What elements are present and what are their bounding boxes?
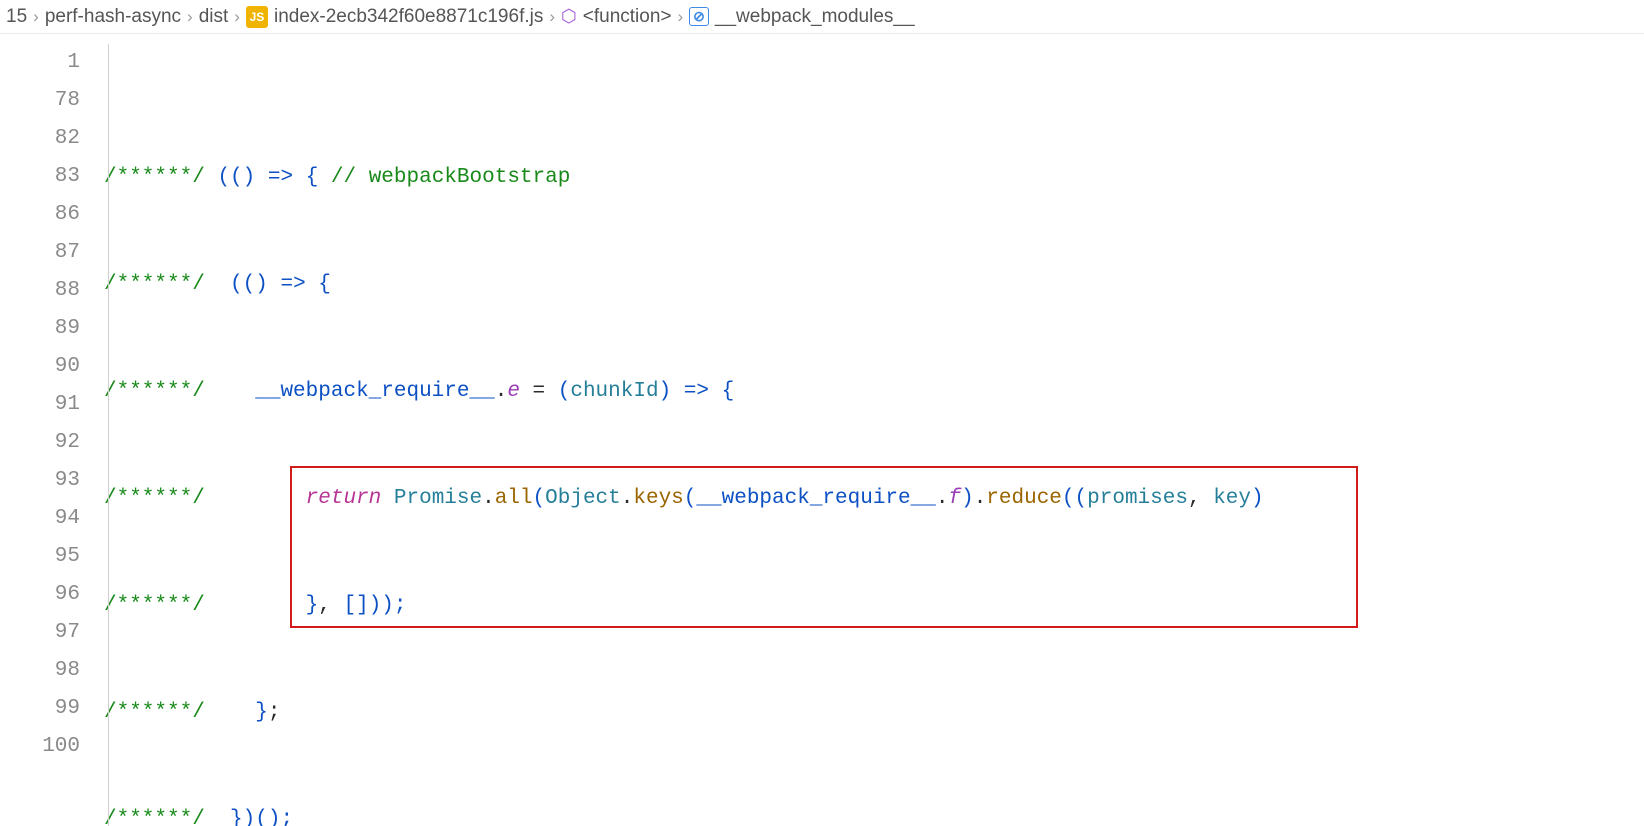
code-line[interactable]: /******/ (() => { // webpackBootstrap	[104, 159, 1644, 197]
line-number: 88	[0, 272, 80, 310]
indent-guide	[108, 44, 109, 826]
line-number: 98	[0, 652, 80, 690]
line-number: 92	[0, 424, 80, 462]
chevron-right-icon: ›	[678, 7, 684, 27]
chevron-right-icon: ›	[33, 7, 39, 27]
line-number: 93	[0, 462, 80, 500]
line-number: 97	[0, 614, 80, 652]
code-line[interactable]: /******/ return Promise.all(Object.keys(…	[104, 480, 1644, 518]
code-line[interactable]: /******/ }, []));	[104, 587, 1644, 625]
crumb-file[interactable]: index-2ecb342f60e8871c196f.js	[274, 6, 543, 28]
line-number-gutter: 1 78 82 83 86 87 88 89 90 91 92 93 94 95…	[0, 34, 98, 826]
chevron-right-icon: ›	[187, 7, 193, 27]
chevron-right-icon: ›	[234, 7, 240, 27]
line-number: 86	[0, 196, 80, 234]
crumb-folder-1[interactable]: perf-hash-async	[45, 6, 181, 28]
line-number: 91	[0, 386, 80, 424]
line-number: 94	[0, 500, 80, 538]
crumb-folder-2[interactable]: dist	[199, 6, 229, 28]
crumb-symbol-1[interactable]: <function>	[583, 6, 672, 28]
symbol-module-icon: ⬡	[561, 6, 577, 27]
js-file-icon: JS	[246, 6, 268, 28]
line-number: 90	[0, 348, 80, 386]
symbol-variable-icon: ⊘	[689, 7, 709, 26]
code-content[interactable]: /******/ (() => { // webpackBootstrap /*…	[98, 34, 1644, 826]
chevron-right-icon: ›	[549, 7, 555, 27]
crumb-symbol-2[interactable]: __webpack_modules__	[715, 6, 915, 28]
line-number: 83	[0, 158, 80, 196]
crumb-root[interactable]: 15	[6, 6, 27, 28]
code-line[interactable]: /******/ __webpack_require__.e = (chunkI…	[104, 373, 1644, 411]
line-number: 82	[0, 120, 80, 158]
line-number: 100	[0, 728, 80, 766]
code-line[interactable]: /******/ };	[104, 694, 1644, 732]
line-number: 78	[0, 82, 80, 120]
line-number: 96	[0, 576, 80, 614]
code-editor[interactable]: 1 78 82 83 86 87 88 89 90 91 92 93 94 95…	[0, 34, 1644, 826]
line-number: 1	[0, 44, 80, 82]
line-number: 95	[0, 538, 80, 576]
line-number: 89	[0, 310, 80, 348]
code-line[interactable]: /******/ (() => {	[104, 266, 1644, 304]
breadcrumb[interactable]: 15 › perf-hash-async › dist › JS index-2…	[0, 0, 1644, 34]
line-number: 87	[0, 234, 80, 272]
line-number: 99	[0, 690, 80, 728]
code-line[interactable]: /******/ })();	[104, 801, 1644, 826]
